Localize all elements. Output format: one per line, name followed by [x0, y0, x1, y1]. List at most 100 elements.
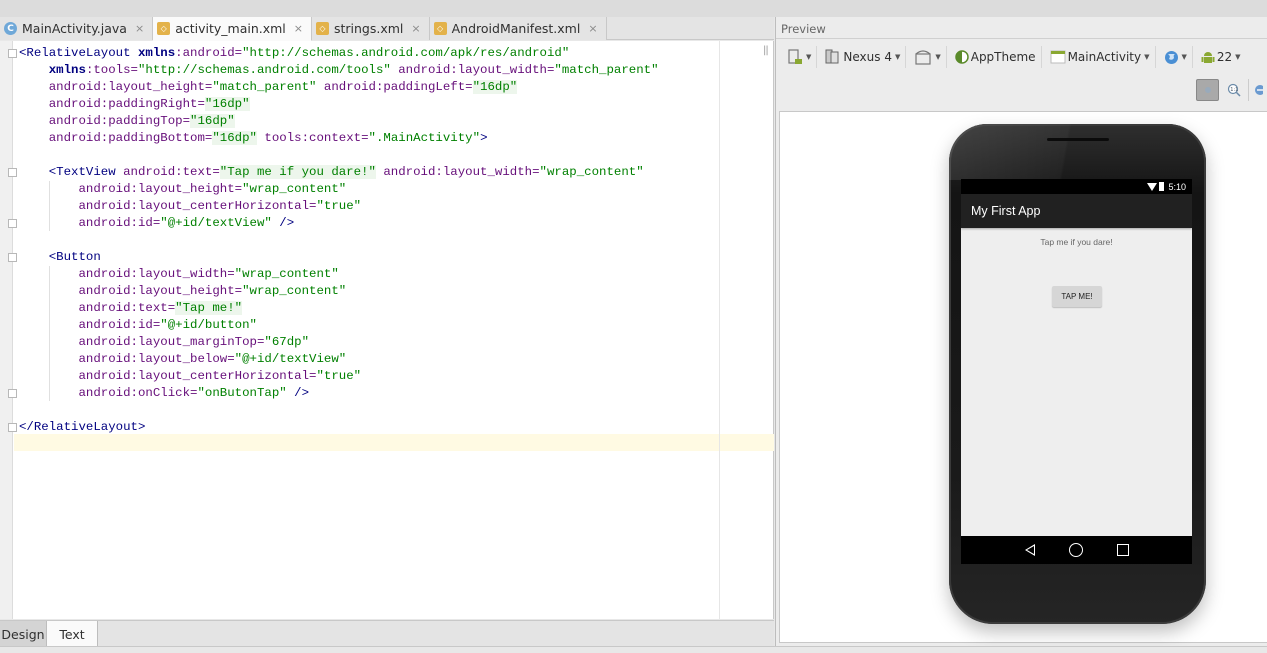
- tab-design[interactable]: Design: [0, 621, 47, 647]
- code-content[interactable]: <RelativeLayout xmlns:android="http://sc…: [19, 45, 659, 453]
- code-token-attr: android:text=: [78, 301, 176, 315]
- code-token-val: "@+id/button": [160, 318, 257, 332]
- fold-toggle-icon[interactable]: [8, 219, 17, 228]
- locale-dropdown[interactable]: ▼: [1159, 46, 1193, 68]
- theme-dropdown[interactable]: AppTheme: [950, 46, 1042, 68]
- code-line[interactable]: android:layout_marginTop="67dp": [19, 334, 659, 351]
- code-token-valhl: "16dp": [204, 97, 250, 111]
- preview-toolbar: ▼ Nexus 4 ▼ ▼ AppTheme MainActivity ▼ ▼ …: [776, 44, 1267, 70]
- code-line[interactable]: android:layout_width="wrap_content": [19, 266, 659, 283]
- fold-toggle-icon[interactable]: [8, 168, 17, 177]
- api-level-dropdown[interactable]: 22 ▼: [1196, 46, 1246, 68]
- code-line[interactable]: android:layout_centerHorizontal="true": [19, 198, 659, 215]
- code-line[interactable]: [19, 402, 659, 419]
- code-line[interactable]: </RelativeLayout>: [19, 419, 659, 436]
- code-token-p: [19, 318, 79, 332]
- code-token-attr: android:text=: [123, 165, 220, 179]
- code-line[interactable]: android:id="@+id/button": [19, 317, 659, 334]
- code-token-ns: xmlns: [48, 63, 86, 77]
- wifi-icon: [1147, 182, 1158, 191]
- phone-device-icon: [825, 49, 839, 64]
- preview-panel: Preview ▼ Nexus 4 ▼ ▼ AppTheme MainActiv…: [775, 17, 1267, 646]
- code-token-val: "http://schemas.android.com/apk/res/andr…: [242, 46, 570, 60]
- preview-canvas[interactable]: 5:10 My First App Tap me if you dare! TA…: [779, 111, 1267, 643]
- code-token-val: "wrap_content": [234, 267, 339, 281]
- app-text-view[interactable]: Tap me if you dare!: [961, 237, 1192, 247]
- code-token-p: [19, 335, 79, 349]
- close-icon[interactable]: ×: [294, 22, 303, 35]
- code-editor[interactable]: || <RelativeLayout xmlns:android="http:/…: [0, 41, 774, 619]
- tab-mainactivity-java[interactable]: C MainActivity.java ×: [0, 17, 154, 40]
- code-line[interactable]: <RelativeLayout xmlns:android="http://sc…: [19, 45, 659, 62]
- code-token-p: [19, 131, 49, 145]
- fold-toggle-icon[interactable]: [8, 49, 17, 58]
- code-token-tag: />: [286, 386, 310, 400]
- magnifier-actual-size-icon: 1:1: [1227, 83, 1241, 97]
- close-icon[interactable]: ×: [135, 22, 144, 35]
- code-token-attr: tools:context=: [264, 131, 369, 145]
- xml-file-icon: ◇: [433, 22, 447, 35]
- code-line[interactable]: android:layout_below="@+id/textView": [19, 351, 659, 368]
- code-line[interactable]: <Button: [19, 249, 659, 266]
- close-icon[interactable]: ×: [411, 22, 420, 35]
- code-line[interactable]: android:paddingRight="16dp": [19, 96, 659, 113]
- code-token-p: [19, 97, 49, 111]
- fold-toggle-icon[interactable]: [8, 253, 17, 262]
- code-line[interactable]: <TextView android:text="Tap me if you da…: [19, 164, 659, 181]
- code-line[interactable]: android:paddingTop="16dp": [19, 113, 659, 130]
- code-line[interactable]: xmlns:tools="http://schemas.android.com/…: [19, 62, 659, 79]
- code-token-val: ".MainActivity": [368, 131, 481, 145]
- zoom-in-button[interactable]: [1248, 79, 1264, 101]
- java-class-icon: C: [4, 22, 17, 35]
- tab-androidmanifest-xml[interactable]: ◇ AndroidManifest.xml ×: [429, 17, 607, 40]
- fold-toggle-icon[interactable]: [8, 389, 17, 398]
- editor-tab-bar: C MainActivity.java × ◇ activity_main.xm…: [0, 17, 774, 41]
- actual-size-button[interactable]: 1:1: [1222, 79, 1245, 101]
- code-line[interactable]: android:layout_centerHorizontal="true": [19, 368, 659, 385]
- code-token-attr: android:id=: [78, 216, 161, 230]
- code-token-tag: </RelativeLayout>: [19, 420, 146, 434]
- chevron-down-icon: ▼: [894, 53, 901, 61]
- device-dropdown[interactable]: Nexus 4 ▼: [820, 46, 907, 68]
- tab-label: strings.xml: [333, 21, 404, 36]
- code-token-val: "true": [316, 369, 362, 383]
- tab-text[interactable]: Text: [47, 621, 98, 647]
- code-line[interactable]: [19, 232, 659, 249]
- code-line[interactable]: [19, 436, 659, 453]
- code-token-p: [19, 386, 79, 400]
- code-token-valhl: "16dp": [212, 131, 257, 145]
- tab-label: AndroidManifest.xml: [451, 21, 581, 36]
- code-token-val: "http://schemas.android.com/tools": [138, 63, 391, 77]
- activity-dropdown[interactable]: MainActivity ▼: [1045, 46, 1156, 68]
- xml-file-icon: ◇: [315, 22, 329, 35]
- code-line[interactable]: android:onClick="onButonTap" />: [19, 385, 659, 402]
- code-line[interactable]: android:layout_height="match_parent" and…: [19, 79, 659, 96]
- device-config-dropdown[interactable]: ▼: [782, 46, 818, 68]
- zoom-to-fit-button[interactable]: [1196, 79, 1219, 101]
- code-token-valhl: "Tap me if you dare!": [219, 165, 376, 179]
- code-token-attr: android:paddingBottom=: [48, 131, 213, 145]
- code-token-attr: android:layout_height=: [48, 80, 213, 94]
- tab-strings-xml[interactable]: ◇ strings.xml ×: [311, 17, 430, 40]
- code-line[interactable]: android:text="Tap me!": [19, 300, 659, 317]
- right-margin-guide: [719, 41, 720, 619]
- orientation-dropdown[interactable]: ▼: [909, 46, 947, 68]
- code-token-val: "67dp": [264, 335, 310, 349]
- api-level: 22: [1216, 50, 1233, 64]
- code-token-attr: android:paddingRight=: [48, 97, 205, 111]
- fold-toggle-icon[interactable]: [8, 423, 17, 432]
- code-line[interactable]: android:paddingBottom="16dp" tools:conte…: [19, 130, 659, 147]
- code-line[interactable]: android:id="@+id/textView" />: [19, 215, 659, 232]
- close-icon[interactable]: ×: [588, 22, 597, 35]
- code-line[interactable]: android:layout_height="wrap_content": [19, 283, 659, 300]
- code-token-tag: <TextView: [48, 165, 124, 179]
- code-token-p: [19, 114, 49, 128]
- tab-activity-main-xml[interactable]: ◇ activity_main.xml ×: [153, 17, 312, 41]
- activity-name: MainActivity: [1067, 50, 1142, 64]
- code-line[interactable]: [19, 147, 659, 164]
- theme-name: AppTheme: [970, 50, 1036, 64]
- app-tap-button[interactable]: TAP ME!: [1052, 286, 1102, 307]
- code-line[interactable]: android:layout_height="wrap_content": [19, 181, 659, 198]
- zoom-fit-icon: [1204, 87, 1211, 93]
- code-token-val: "wrap_content": [539, 165, 644, 179]
